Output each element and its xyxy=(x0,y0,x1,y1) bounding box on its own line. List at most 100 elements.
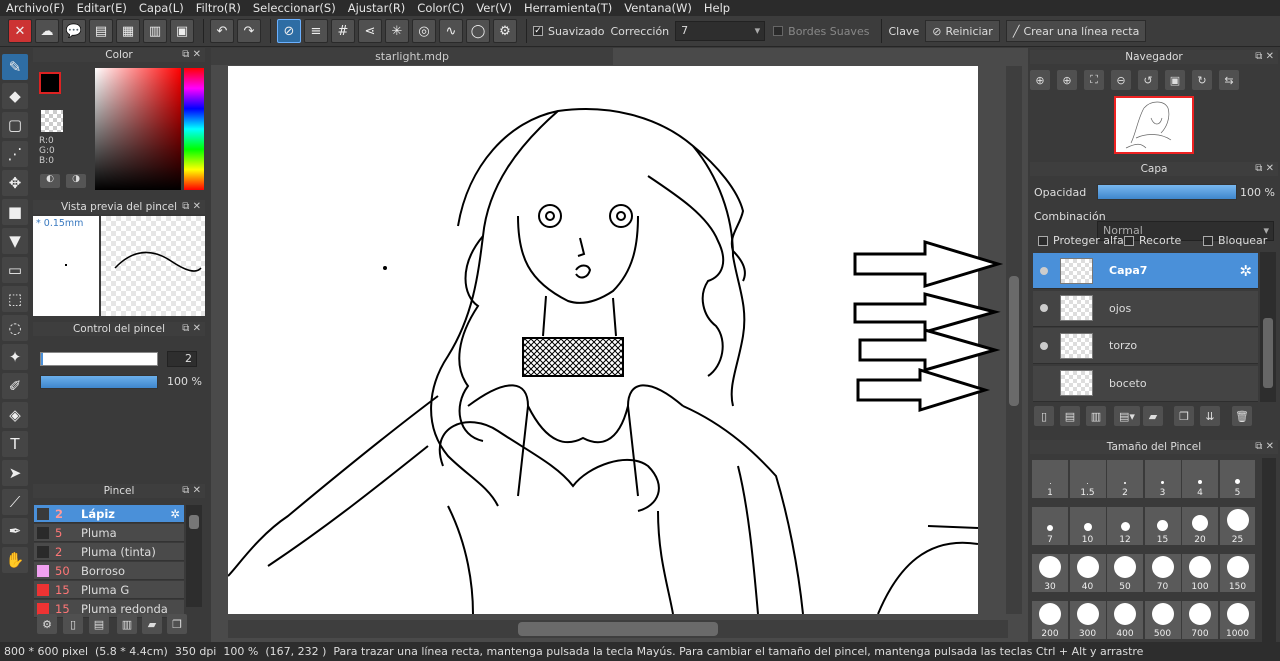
lasso-select-icon[interactable]: ◌ xyxy=(2,315,28,341)
brush-size-cell[interactable]: 20 xyxy=(1182,507,1218,545)
grid-snap-icon[interactable]: # xyxy=(331,19,355,43)
canvas-vscroll-thumb[interactable] xyxy=(1009,276,1019,406)
dotted-pen-icon[interactable]: ⋰ xyxy=(2,141,28,167)
protect-alpha-checkbox[interactable] xyxy=(1038,235,1048,246)
antialias-option[interactable]: ✓ Suavizado xyxy=(533,25,605,38)
speech-bubble-icon[interactable]: 💬 xyxy=(62,19,86,43)
panel-icon[interactable]: ▣ xyxy=(170,19,194,43)
rectangle-tool-icon[interactable]: ▢ xyxy=(2,112,28,138)
soft-edges-option[interactable]: Bordes Suaves xyxy=(773,25,869,38)
brush-settings-icon[interactable]: ⚙ xyxy=(37,614,57,634)
menu-item[interactable]: Archivo(F) xyxy=(0,1,71,15)
fill-rect-icon[interactable]: ■ xyxy=(2,199,28,225)
brush-list-item[interactable]: 2 Pluma (tinta) xyxy=(34,543,184,561)
brush-list-scroll-thumb[interactable] xyxy=(189,515,199,529)
brush-size-cell[interactable]: 50 xyxy=(1107,554,1143,592)
delete-layer-icon[interactable]: 🗑 xyxy=(1232,406,1252,426)
rotate-left-icon[interactable]: ↺ xyxy=(1138,70,1158,90)
clipping-option[interactable]: Recorte xyxy=(1124,234,1181,247)
layer-settings-gear-icon[interactable]: ✲ xyxy=(1239,262,1252,280)
brush-size-cell[interactable]: 100 xyxy=(1182,554,1218,592)
rotate-right-icon[interactable]: ↻ xyxy=(1192,70,1212,90)
reset-button[interactable]: ⊘ Reiniciar xyxy=(925,20,1000,42)
new-brush-icon[interactable]: ▯ xyxy=(63,614,83,634)
layer-opacity-slider[interactable] xyxy=(1097,184,1237,200)
brush-size-cell[interactable]: 12 xyxy=(1107,507,1143,545)
lock-option[interactable]: Bloquear xyxy=(1203,234,1267,247)
rect-select-icon[interactable]: ⬚ xyxy=(2,286,28,312)
brush-size-cell[interactable]: 7 xyxy=(1032,507,1068,545)
curve-snap-icon[interactable]: ∿ xyxy=(439,19,463,43)
brush-size-cell[interactable]: 700 xyxy=(1182,601,1218,639)
soft-edges-checkbox[interactable] xyxy=(773,26,784,36)
protect-alpha-option[interactable]: Proteger alfa xyxy=(1038,234,1124,247)
comment-icon[interactable]: ☁ xyxy=(35,19,59,43)
brush-size-cell[interactable]: 5 xyxy=(1219,460,1255,498)
magic-wand-icon[interactable]: ✦ xyxy=(2,344,28,370)
menu-item[interactable]: Ventana(W) xyxy=(618,1,698,15)
brush-size-cell[interactable]: 3 xyxy=(1144,460,1181,498)
brush-size-cell[interactable]: 200 xyxy=(1032,601,1068,639)
brush-size-cell[interactable]: 40 xyxy=(1069,554,1106,592)
brush-size-cell[interactable]: 500 xyxy=(1144,601,1181,639)
brush-size-cell[interactable]: 1.5 xyxy=(1069,460,1106,498)
panel-controls-icon[interactable]: ⧉ ✕ xyxy=(1255,50,1274,64)
visibility-icon[interactable] xyxy=(1040,304,1048,312)
clipping-checkbox[interactable] xyxy=(1124,235,1134,246)
brush-size-scrollbar[interactable] xyxy=(1262,458,1276,642)
panel-controls-icon[interactable]: ⧉ ✕ xyxy=(182,484,201,498)
bucket-tool-icon[interactable]: ▼ xyxy=(2,228,28,254)
radial-snap-icon[interactable]: ⋖ xyxy=(358,19,382,43)
brush-list-scrollbar[interactable] xyxy=(186,505,202,607)
undo-icon[interactable]: ↶ xyxy=(210,19,234,43)
close-icon[interactable]: ✕ xyxy=(8,19,32,43)
menu-item[interactable]: Editar(E) xyxy=(71,1,133,15)
layer-row[interactable]: ojos xyxy=(1033,290,1258,327)
menu-item[interactable]: Capa(L) xyxy=(133,1,190,15)
brush-size-cell[interactable]: 300 xyxy=(1069,601,1106,639)
parallel-snap-icon[interactable]: ≡ xyxy=(304,19,328,43)
merge-layer-icon[interactable]: ⇊ xyxy=(1200,406,1220,426)
text-tool-icon[interactable]: T xyxy=(2,431,28,457)
settings-icon[interactable]: ⚙ xyxy=(493,19,517,43)
brush-size-slider[interactable] xyxy=(40,352,158,366)
eyedropper-tool-icon[interactable]: ✒ xyxy=(2,518,28,544)
zoom-out-icon[interactable]: ⊖ xyxy=(1111,70,1131,90)
menu-item[interactable]: Ajustar(R) xyxy=(342,1,412,15)
gradient-tool-icon[interactable]: ▭ xyxy=(2,257,28,283)
menu-item[interactable]: Seleccionar(S) xyxy=(247,1,342,15)
hand-tool-icon[interactable]: ✋ xyxy=(2,547,28,573)
snap-off-icon[interactable]: ⊘ xyxy=(277,19,301,43)
brush-tool-icon[interactable]: ✎ xyxy=(2,54,28,80)
lock-checkbox[interactable] xyxy=(1203,235,1213,246)
flip-icon[interactable]: ⇆ xyxy=(1219,70,1239,90)
brush-size-cell[interactable]: 1 xyxy=(1032,460,1068,498)
menu-item[interactable]: Filtro(R) xyxy=(190,1,247,15)
select-eraser-icon[interactable]: ◈ xyxy=(2,402,28,428)
brush-size-cell[interactable]: 15 xyxy=(1144,507,1181,545)
brush-copy-icon[interactable]: ▤ xyxy=(89,614,109,634)
reset-view-icon[interactable]: ▣ xyxy=(1165,70,1185,90)
brush-size-cell[interactable]: 4 xyxy=(1182,460,1218,498)
add-layer-menu-icon[interactable]: ▤▾ xyxy=(1114,406,1140,426)
new-1bit-layer-icon[interactable]: ▥ xyxy=(1086,406,1106,426)
frame-icon[interactable]: ▥ xyxy=(143,19,167,43)
straight-line-button[interactable]: ╱ Crear una línea recta xyxy=(1005,20,1147,42)
menu-item[interactable]: Herramienta(T) xyxy=(518,1,618,15)
speech-text-icon[interactable]: ▤ xyxy=(89,19,113,43)
brush-size-cell[interactable]: 70 xyxy=(1144,554,1181,592)
layer-row[interactable]: Capa7 ✲ xyxy=(1033,253,1258,289)
document-tab[interactable]: starlight.mdp xyxy=(211,48,613,65)
menu-item[interactable]: Color(C) xyxy=(411,1,470,15)
brush-opacity-slider[interactable] xyxy=(40,375,158,389)
canvas-hscroll-thumb[interactable] xyxy=(518,622,718,636)
saturation-value-picker[interactable] xyxy=(95,68,181,190)
brush-size-cell[interactable]: 30 xyxy=(1032,554,1068,592)
panel-controls-icon[interactable]: ⧉ ✕ xyxy=(182,200,201,214)
brush-size-field[interactable]: 2 xyxy=(167,351,197,367)
brush-folder-icon[interactable]: ▰ xyxy=(142,614,162,634)
menu-item[interactable]: Help xyxy=(698,1,736,15)
visibility-icon[interactable] xyxy=(1040,341,1048,350)
antialias-checkbox[interactable]: ✓ xyxy=(533,26,543,36)
brush-settings-gear-icon[interactable]: ✲ xyxy=(170,507,180,521)
